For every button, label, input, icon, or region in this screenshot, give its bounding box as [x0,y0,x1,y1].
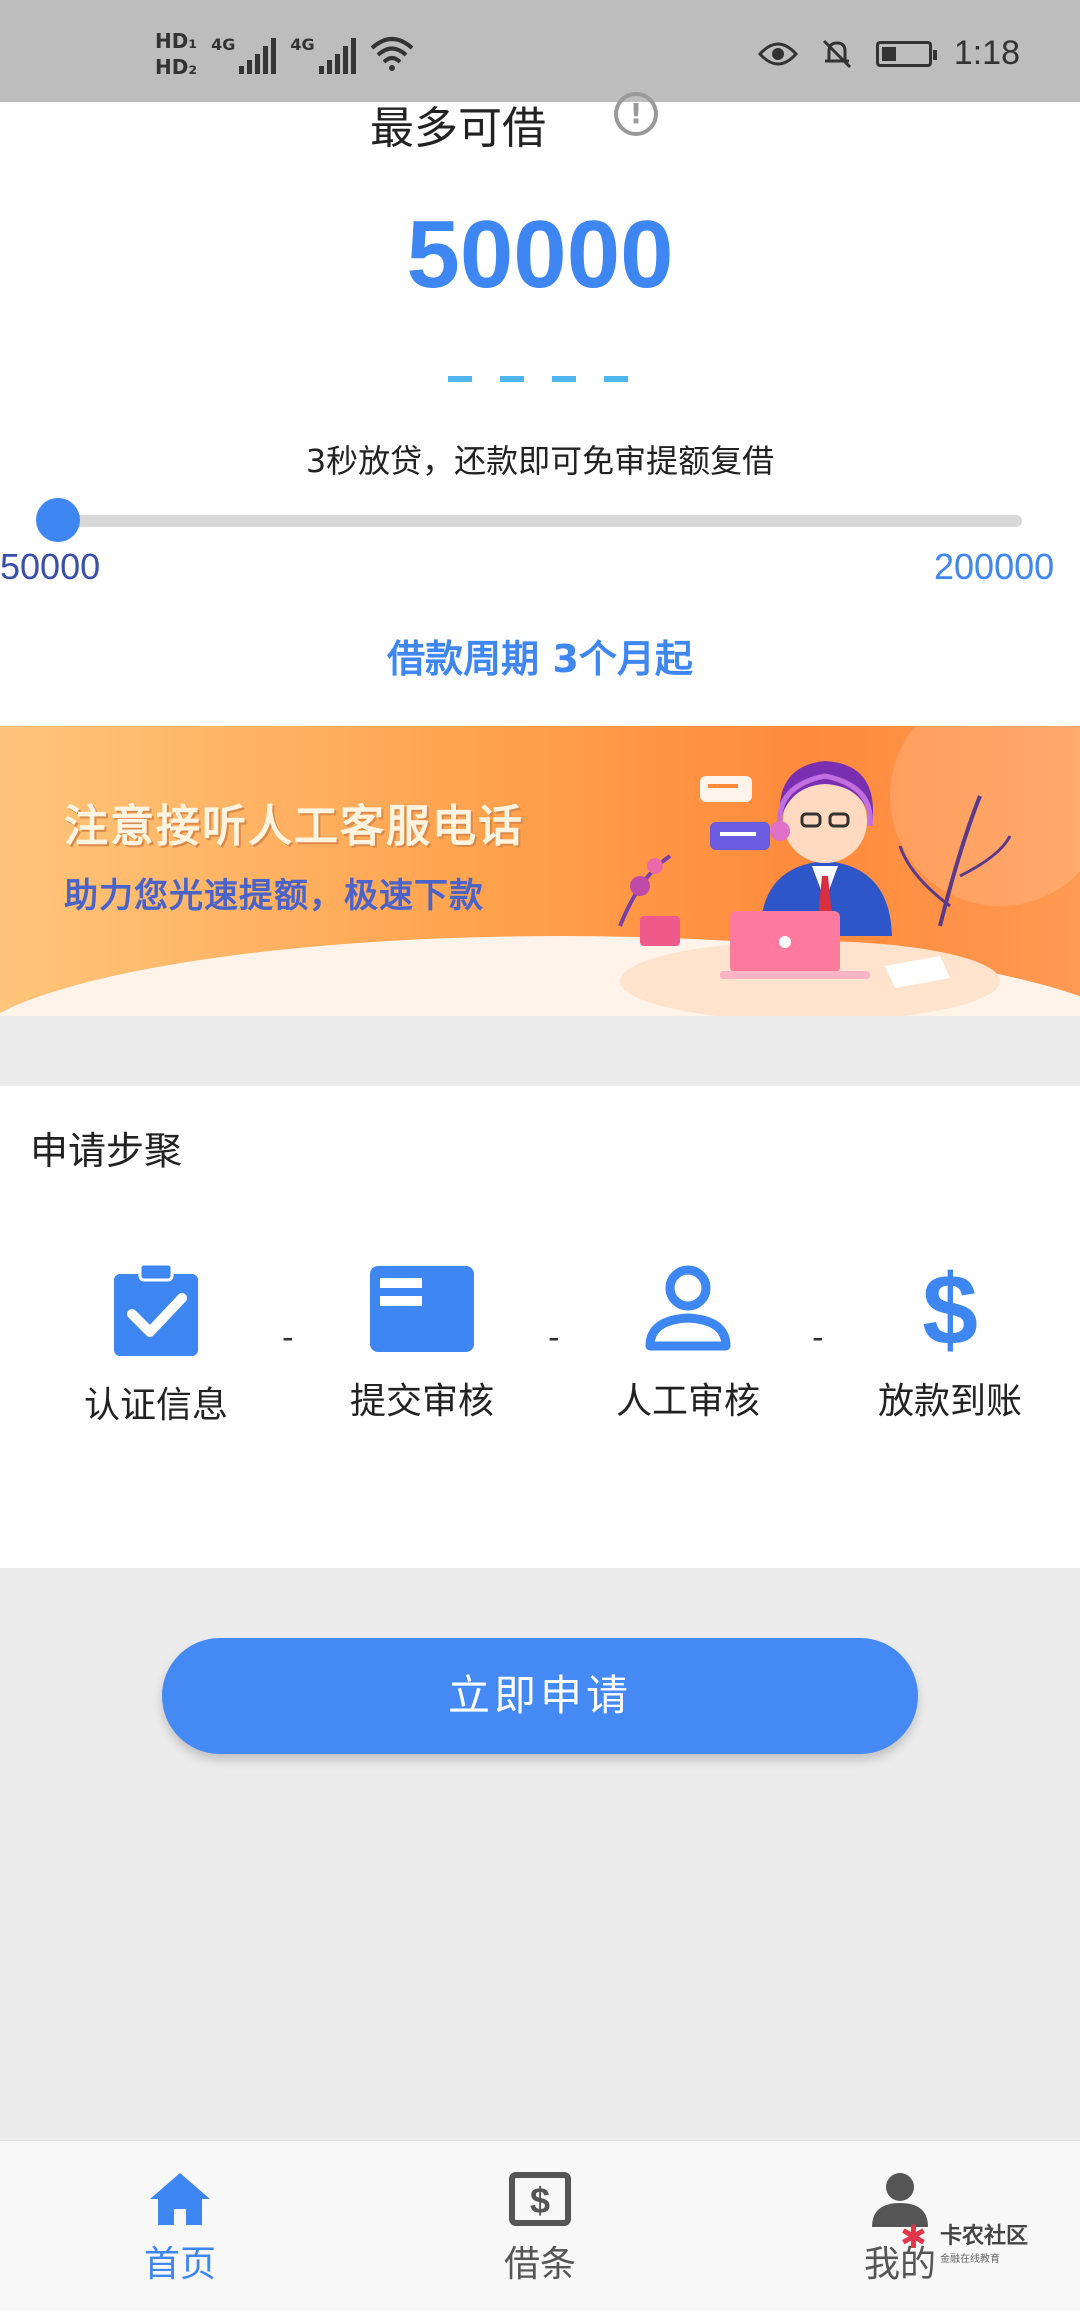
amount-slider-thumb[interactable] [36,498,80,542]
amount-dashes [448,376,628,382]
dollar-bill-icon: $ [509,2172,571,2226]
banner-subtitle: 助力您光速提额，极速下款 [64,876,484,916]
loan-summary-card: 最多可借 ! 50000 3秒放贷，还款即可免审提额复借 50000 20000… [0,92,1080,726]
dollar-icon: $ [922,1262,978,1354]
svg-text:$: $ [922,1262,978,1354]
application-steps-card: 申请步聚 认证信息 - 提交审核 - 人工审核 - $ 放款到账 [0,1086,1080,1568]
svg-text:$: $ [530,2180,550,2221]
nav-item-home[interactable]: 首页 [80,2171,280,2287]
watermark-text: 卡农社区 [940,2224,1029,2249]
step-payout: $ 放款到账 [850,1262,1050,1424]
bell-muted-icon [822,39,851,68]
loan-promo-text: 3秒放贷，还款即可免审提额复借 [305,442,775,480]
step-verify-info: 认证信息 [56,1262,256,1428]
step-separator: - [812,1318,824,1356]
wifi-icon [370,37,413,71]
person-icon [645,1265,731,1351]
nav-item-iou[interactable]: $ 借条 [440,2171,640,2287]
watermark: ✱ 卡农社区 金融在线教育 [900,2218,1030,2265]
step-manual-review: 人工审核 [588,1262,788,1424]
slider-min-label: 50000 [0,546,101,587]
signal-2: 4G [290,34,356,74]
customer-service-agent-illustration [618,761,1012,1016]
watermark-logo-icon: ✱ [900,2218,927,2256]
eye-icon [757,42,798,65]
clipboard-check-icon [114,1262,198,1356]
hd1-label: HD₁ [155,29,198,53]
max-amount: 50000 [406,201,674,308]
nav-label-iou: 借条 [503,2244,576,2285]
hd2-label: HD₂ [155,55,198,79]
apply-now-button[interactable]: 立即申请 [162,1638,918,1754]
amount-slider-track[interactable] [58,515,1022,527]
step-submit-review: 提交审核 [322,1262,522,1424]
network-type-1: 4G [211,34,236,54]
signal-bars-icon [239,37,277,74]
step-label: 认证信息 [83,1385,228,1426]
info-icon[interactable]: ! [614,92,658,136]
battery-icon [875,40,937,67]
step-separator: - [282,1318,294,1356]
signal-1: 4G [211,34,277,74]
step-label: 人工审核 [615,1381,760,1422]
card-icon [370,1266,474,1352]
banner-title: 注意接听人工客服电话 [64,801,524,852]
signal-bars-icon [318,37,356,74]
max-borrow-title: 最多可借 [370,103,546,154]
step-label: 提交审核 [349,1381,494,1422]
status-right: 1:18 [757,34,1020,73]
home-icon [150,2173,210,2225]
status-left: HD₁ HD₂ 4G 4G [155,28,414,80]
step-label: 放款到账 [877,1381,1022,1422]
step-separator: - [548,1318,560,1356]
status-time: 1:18 [953,34,1020,72]
slider-max-label: 200000 [934,546,1055,587]
promo-banner[interactable]: 注意接听人工客服电话 助力您光速提额，极速下款 [0,726,1080,1016]
loan-period: 借款周期 3个月起 [387,637,693,681]
hd-indicators: HD₁ HD₂ [155,28,197,80]
network-type-2: 4G [290,34,315,54]
status-bar: HD₁ HD₂ 4G 4G 1:18 [0,0,1080,102]
nav-label-home: 首页 [143,2244,216,2285]
steps-title: 申请步聚 [30,1129,183,1173]
watermark-subtext: 金融在线教育 [940,2254,1000,2265]
